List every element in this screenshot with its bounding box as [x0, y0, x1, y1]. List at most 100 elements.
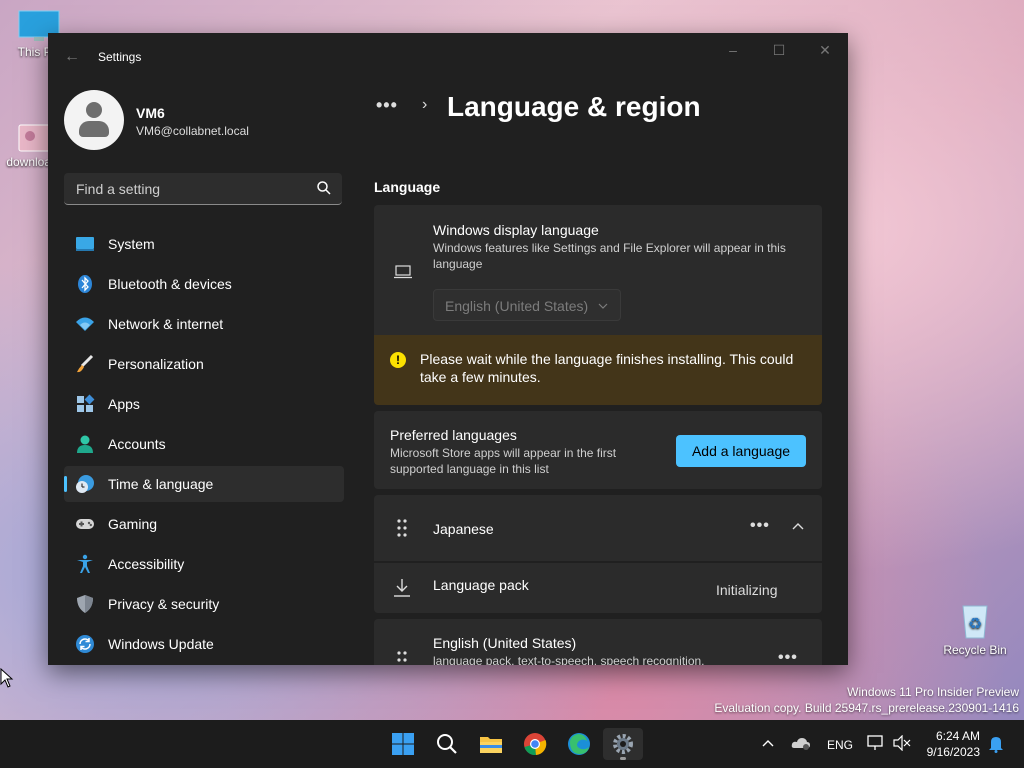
sidebar-item-label: Accounts [108, 436, 166, 452]
language-pack-row: Language pack Initializing [374, 563, 822, 613]
taskbar-clock[interactable]: 6:24 AM 9/16/2023 [927, 728, 980, 760]
sidebar-item-label: Bluetooth & devices [108, 276, 232, 292]
page-title: Language & region [447, 91, 701, 122]
drag-handle-icon[interactable] [394, 518, 410, 538]
settings-taskbar-button[interactable] [603, 728, 643, 760]
edge-button[interactable] [559, 728, 599, 760]
language-row-english[interactable]: English (United States) language pack, t… [374, 619, 822, 665]
edge-icon [568, 733, 590, 755]
chevron-down-icon [598, 303, 608, 309]
recycle-bin-icon: ♻ [958, 600, 992, 640]
sidebar-item-accounts[interactable]: Accounts [64, 426, 344, 462]
watermark-line-1: Windows 11 Pro Insider Preview [847, 685, 1019, 699]
taskbar-search-button[interactable] [427, 728, 467, 760]
display-language-card: Windows display language Windows feature… [374, 205, 822, 335]
input-language-indicator[interactable]: ENG [827, 738, 853, 752]
sidebar-item-label: Accessibility [108, 556, 185, 572]
title-bar: ← Settings – ☐ ✕ [48, 33, 848, 81]
avatar[interactable] [64, 90, 124, 150]
section-title: Language [374, 179, 441, 195]
download-icon [394, 579, 410, 597]
network-icon[interactable] [867, 735, 885, 751]
avatar-head [86, 102, 102, 118]
watermark-line-2: Evaluation copy. Build 25947.rs_prerelea… [714, 701, 1019, 715]
clock-time: 6:24 AM [935, 729, 980, 743]
sidebar-item-label: Personalization [108, 356, 204, 372]
sidebar: VM6 VM6@collabnet.local System Bluetooth… [48, 81, 358, 665]
preferred-languages-title: Preferred languages [390, 427, 517, 443]
sidebar-item-time-language[interactable]: Time & language [64, 466, 344, 502]
bluetooth-icon [78, 275, 92, 293]
start-button[interactable] [383, 728, 423, 760]
settings-icon [613, 734, 633, 754]
notification-bell-icon[interactable] [988, 735, 1004, 753]
language-row-japanese[interactable]: Japanese ••• [374, 495, 822, 561]
sidebar-item-system[interactable]: System [64, 226, 344, 262]
sidebar-item-apps[interactable]: Apps [64, 386, 344, 422]
back-button[interactable]: ← [62, 47, 82, 67]
main-content: ••• › Language & region Language Windows… [374, 81, 848, 665]
chevron-up-icon[interactable] [762, 738, 774, 750]
file-explorer-icon [480, 737, 502, 753]
language-more-button[interactable]: ••• [750, 517, 770, 535]
chrome-button[interactable] [515, 728, 555, 760]
sidebar-item-label: Apps [108, 396, 140, 412]
desktop-icon-recycle-bin[interactable]: ♻ Recycle Bin [940, 600, 1010, 657]
display-language-dropdown[interactable]: English (United States) [433, 289, 621, 321]
search-box[interactable] [64, 173, 342, 205]
active-indicator [64, 476, 67, 492]
svg-text:♻: ♻ [968, 614, 982, 633]
chevron-up-icon[interactable] [792, 521, 804, 533]
windows-watermark: Windows 11 Pro Insider Preview Evaluatio… [714, 684, 1019, 716]
running-indicator [620, 757, 626, 760]
user-name: VM6 [136, 105, 165, 121]
language-pack-label: Language pack [433, 577, 529, 593]
sidebar-item-gaming[interactable]: Gaming [64, 506, 344, 542]
accessibility-icon [77, 554, 93, 573]
drag-handle-icon[interactable] [394, 650, 410, 665]
sidebar-item-network[interactable]: Network & internet [64, 306, 344, 342]
search-input[interactable] [74, 173, 318, 205]
breadcrumb-more-button[interactable]: ••• [376, 95, 398, 116]
sidebar-item-accessibility[interactable]: Accessibility [64, 546, 344, 582]
preferred-languages-card: Preferred languages Microsoft Store apps… [374, 411, 822, 489]
sidebar-item-privacy[interactable]: Privacy & security [64, 586, 344, 622]
language-pack-status: Initializing [716, 582, 778, 598]
file-explorer-button[interactable] [471, 728, 511, 760]
close-button[interactable]: ✕ [810, 39, 840, 61]
display-language-description: Windows features like Settings and File … [433, 241, 786, 271]
language-features: language pack, text-to-speech, speech re… [433, 654, 705, 665]
onedrive-icon[interactable] [791, 735, 811, 751]
mouse-cursor-icon [0, 668, 14, 688]
accounts-icon [77, 435, 93, 453]
maximize-button[interactable]: ☐ [764, 39, 794, 61]
warning-text: Please wait while the language finishes … [420, 351, 794, 385]
sidebar-item-label: System [108, 236, 155, 252]
wifi-icon [76, 317, 94, 331]
settings-window: ← Settings – ☐ ✕ VM6 VM6@collabnet.local… [48, 33, 848, 665]
laptop-icon [394, 265, 412, 279]
preferred-languages-description: Microsoft Store apps will appear in the … [390, 446, 617, 476]
sidebar-item-windows-update[interactable]: Windows Update [64, 626, 344, 662]
shield-icon [77, 595, 93, 613]
dropdown-selected-value: English (United States) [445, 298, 589, 314]
system-icon [76, 237, 94, 251]
sidebar-item-label: Windows Update [108, 636, 214, 652]
brush-icon [77, 354, 94, 373]
sidebar-item-personalization[interactable]: Personalization [64, 346, 344, 382]
sidebar-item-label: Network & internet [108, 316, 224, 332]
apps-icon [77, 394, 95, 412]
user-email: VM6@collabnet.local [136, 124, 249, 138]
language-name: English (United States) [433, 635, 577, 651]
volume-muted-icon[interactable] [893, 735, 911, 751]
language-more-button[interactable]: ••• [778, 649, 798, 665]
sidebar-item-bluetooth[interactable]: Bluetooth & devices [64, 266, 344, 302]
sidebar-item-label: Privacy & security [108, 596, 220, 612]
chevron-right-icon: › [422, 96, 428, 113]
update-icon [76, 635, 94, 653]
time-language-icon [76, 475, 94, 493]
add-language-button[interactable]: Add a language [676, 435, 806, 467]
search-icon [437, 734, 457, 754]
minimize-button[interactable]: – [718, 39, 748, 61]
search-icon[interactable] [316, 180, 332, 196]
